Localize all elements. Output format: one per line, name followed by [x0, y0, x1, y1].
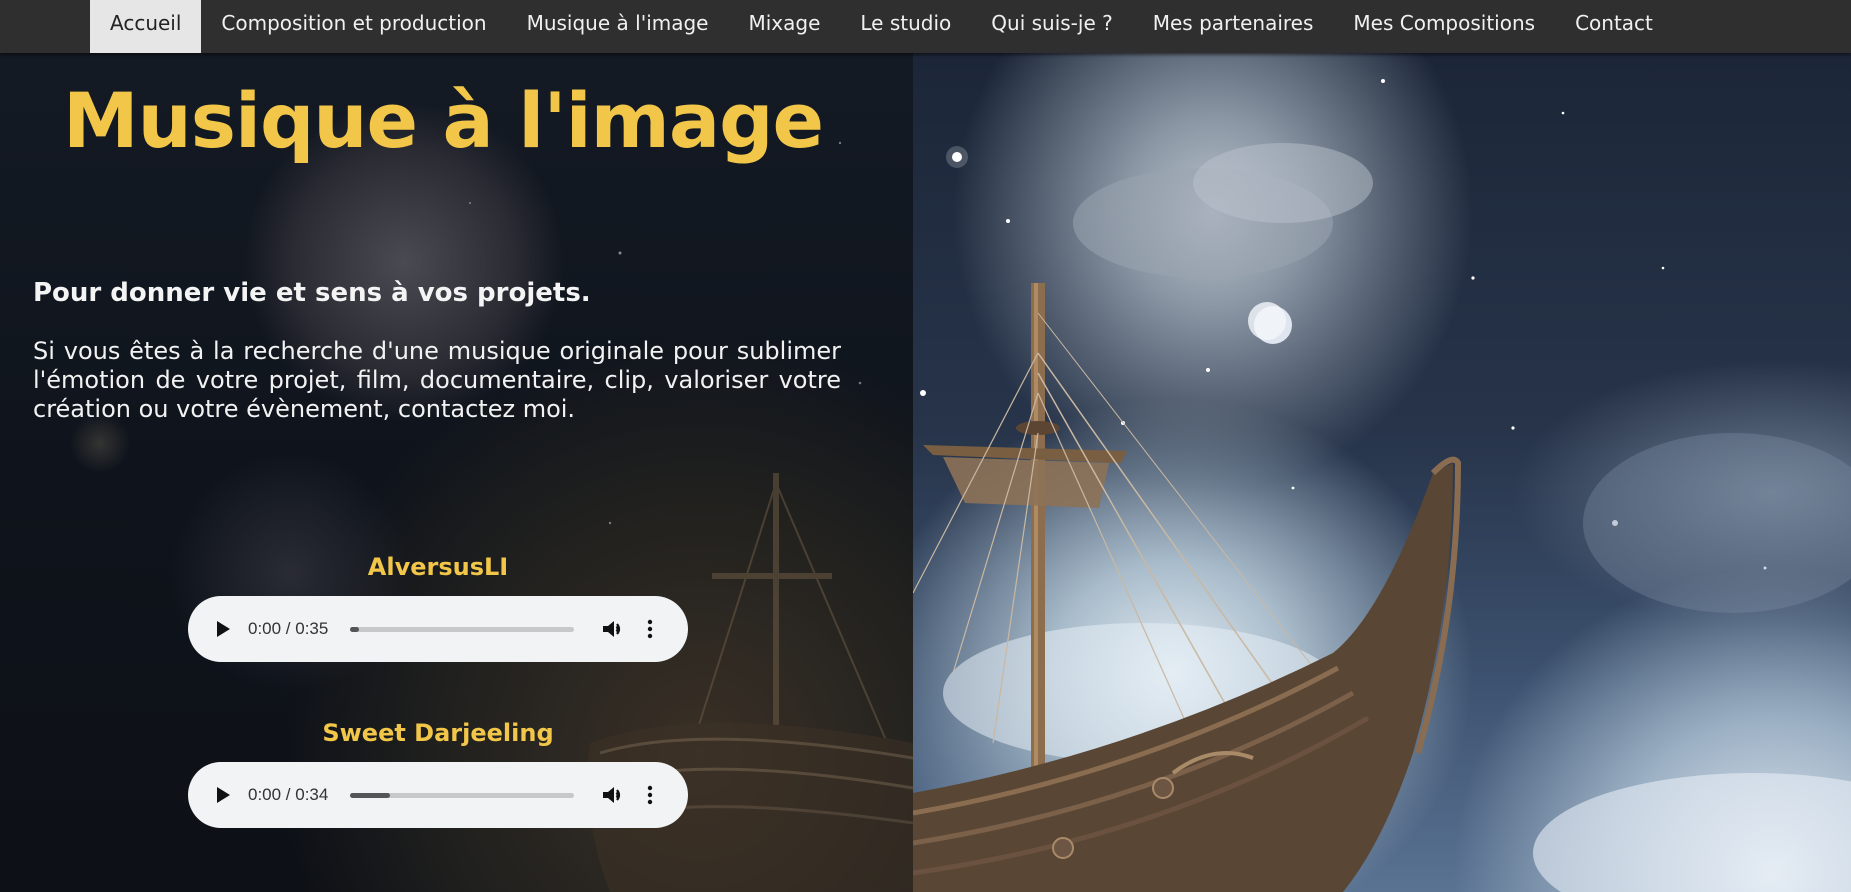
track-title: Sweet Darjeeling — [322, 719, 554, 747]
page-title: Musique à l'image — [63, 76, 824, 165]
more-vert-icon[interactable] — [640, 782, 660, 808]
nav-item-qui-suis-je[interactable]: Qui suis-je ? — [971, 0, 1132, 53]
more-vert-icon[interactable] — [640, 616, 660, 642]
time-display: 0:00 / 0:34 — [248, 785, 329, 804]
audio-player[interactable]: 0:00 / 0:34 — [188, 762, 688, 828]
track-title: AlversusLI — [367, 553, 509, 581]
nav-item-partenaires[interactable]: Mes partenaires — [1133, 0, 1334, 53]
play-icon[interactable] — [210, 616, 236, 642]
content-panel: Musique à l'image Pour donner vie et sen… — [0, 53, 913, 892]
nav-item-studio[interactable]: Le studio — [840, 0, 971, 53]
nav-item-composition[interactable]: Composition et production — [201, 0, 506, 53]
progress-bar[interactable] — [350, 792, 574, 798]
volume-icon[interactable] — [600, 782, 626, 808]
play-icon[interactable] — [210, 782, 236, 808]
time-display: 0:00 / 0:35 — [248, 619, 329, 638]
progress-bar[interactable] — [350, 626, 574, 632]
progress-fill — [350, 792, 391, 798]
audio-player[interactable]: 0:00 / 0:35 — [188, 596, 688, 662]
hero-image-ship — [913, 53, 1851, 892]
nav-item-mixage[interactable]: Mixage — [728, 0, 840, 53]
intro-paragraph: Si vous êtes à la recherche d'une musiqu… — [33, 337, 841, 423]
progress-fill — [350, 626, 359, 632]
ship-illustration — [913, 79, 1851, 892]
page-subtitle: Pour donner vie et sens à vos projets. — [33, 278, 591, 308]
main-nav: Accueil Composition et production Musiqu… — [0, 0, 1851, 53]
nav-item-musique-image[interactable]: Musique à l'image — [507, 0, 729, 53]
nav-list: Accueil Composition et production Musiqu… — [90, 0, 1673, 53]
nav-item-accueil[interactable]: Accueil — [90, 0, 202, 53]
volume-icon[interactable] — [600, 616, 626, 642]
nav-item-contact[interactable]: Contact — [1555, 0, 1673, 53]
nav-item-compositions[interactable]: Mes Compositions — [1333, 0, 1555, 53]
